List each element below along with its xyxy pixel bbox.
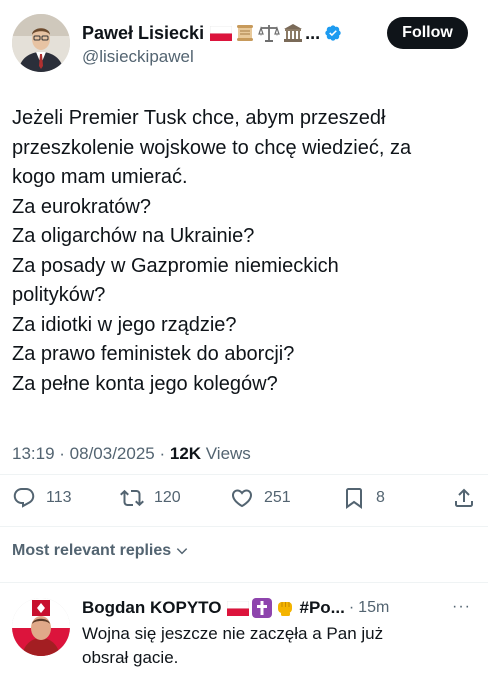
views-count[interactable]: 12K (170, 444, 201, 463)
divider (0, 582, 488, 583)
reply-text-line: Wojna się jeszcze nie zaczęła a Pan już (82, 624, 384, 643)
chevron-down-icon (176, 548, 188, 555)
bookmark-icon (346, 488, 362, 509)
fist-icon (278, 602, 293, 616)
author-name-emojis (210, 23, 303, 43)
scroll-icon (237, 25, 254, 41)
verified-badge-icon[interactable] (324, 24, 342, 42)
flag-poland-icon (227, 600, 250, 616)
tweet-text-line: Jeżeli Premier Tusk chce, abym przeszedł (12, 107, 386, 129)
tweet-text-line: Za prawo feministek do aborcji? (12, 343, 295, 365)
author-name[interactable]: Paweł Lisiecki (82, 23, 204, 44)
tweet-text-line: polityków? (12, 284, 106, 306)
heart-icon (231, 489, 253, 508)
bookmark-action[interactable]: 8 (342, 486, 385, 510)
tweet-text-line: kogo mam umierać. (12, 166, 188, 188)
tweet-text: Jeżeli Premier Tusk chce, abym przeszedł… (12, 104, 478, 399)
follow-button[interactable]: Follow (387, 17, 468, 49)
more-options-icon[interactable]: ··· (452, 598, 471, 616)
reply-author-name[interactable]: Bogdan KOPYTO (82, 598, 221, 618)
reply-text-line: obsrał gacie. (82, 648, 179, 667)
reply-item[interactable]: Bogdan KOPYTO #Po... · 15m ··· Wojna się… (0, 584, 488, 680)
author-name-row[interactable]: Paweł Lisiecki ... (82, 20, 342, 46)
reply-header: Bogdan KOPYTO #Po... · 15m (82, 596, 389, 620)
meta-separator: · (154, 444, 170, 463)
like-count: 251 (264, 489, 291, 506)
meta-separator: · (54, 444, 70, 463)
reply-separator: · (348, 599, 355, 616)
tweet-text-line: Za oligarchów na Ukrainie? (12, 225, 255, 247)
flag-poland-icon (210, 25, 233, 41)
author-avatar[interactable] (12, 14, 70, 72)
tweet-text-line: Za posady w Gazpromie niemieckich (12, 254, 339, 277)
views-label: Views (201, 444, 251, 463)
classical-building-icon (284, 24, 303, 42)
replies-sort-dropdown[interactable]: Most relevant replies (12, 542, 189, 560)
reply-name-emojis (227, 598, 295, 618)
divider (0, 474, 488, 475)
tweet-time[interactable]: 13:19 (12, 444, 55, 463)
reply-count: 113 (46, 489, 72, 506)
bookmark-count: 8 (376, 489, 385, 506)
reply-action[interactable]: 113 (12, 486, 72, 510)
tweet-text-line: Za idiotki w jego rządzie? (12, 313, 237, 336)
latin-cross-icon (252, 598, 273, 618)
share-icon (455, 488, 473, 507)
repost-count: 120 (154, 489, 181, 506)
tweet-header: Paweł Lisiecki ... @lisieckipawel Follow (0, 0, 488, 80)
reply-author-tag: #Po... (299, 598, 345, 617)
tweet-text-line: przeszkolenie wojskowe to chcę wiedzieć,… (12, 136, 412, 159)
tweet-text-line: Za pełne konta jego kolegów? (12, 372, 278, 395)
reply-avatar[interactable] (12, 598, 70, 656)
tweet-meta: 13:19 · 08/03/2025 · 12K Views (12, 444, 251, 464)
tweet-actions-bar: 113 120 251 8 (0, 480, 488, 520)
reply-time[interactable]: 15m (358, 599, 389, 617)
replies-sort-label: Most relevant replies (12, 542, 172, 559)
reply-icon (13, 488, 35, 508)
tweet-date[interactable]: 08/03/2025 (70, 444, 155, 463)
author-handle[interactable]: @lisieckipawel (82, 47, 194, 67)
tweet-text-line: Za eurokratów? (12, 195, 151, 218)
divider (0, 526, 488, 527)
repost-action[interactable]: 120 (120, 486, 181, 510)
scales-icon (258, 25, 280, 42)
like-action[interactable]: 251 (230, 486, 291, 510)
share-action[interactable] (452, 486, 476, 510)
repost-icon (120, 489, 144, 507)
author-name-ellipsis: ... (305, 22, 321, 43)
reply-text: Wojna się jeszcze nie zaczęła a Pan już … (82, 622, 462, 670)
